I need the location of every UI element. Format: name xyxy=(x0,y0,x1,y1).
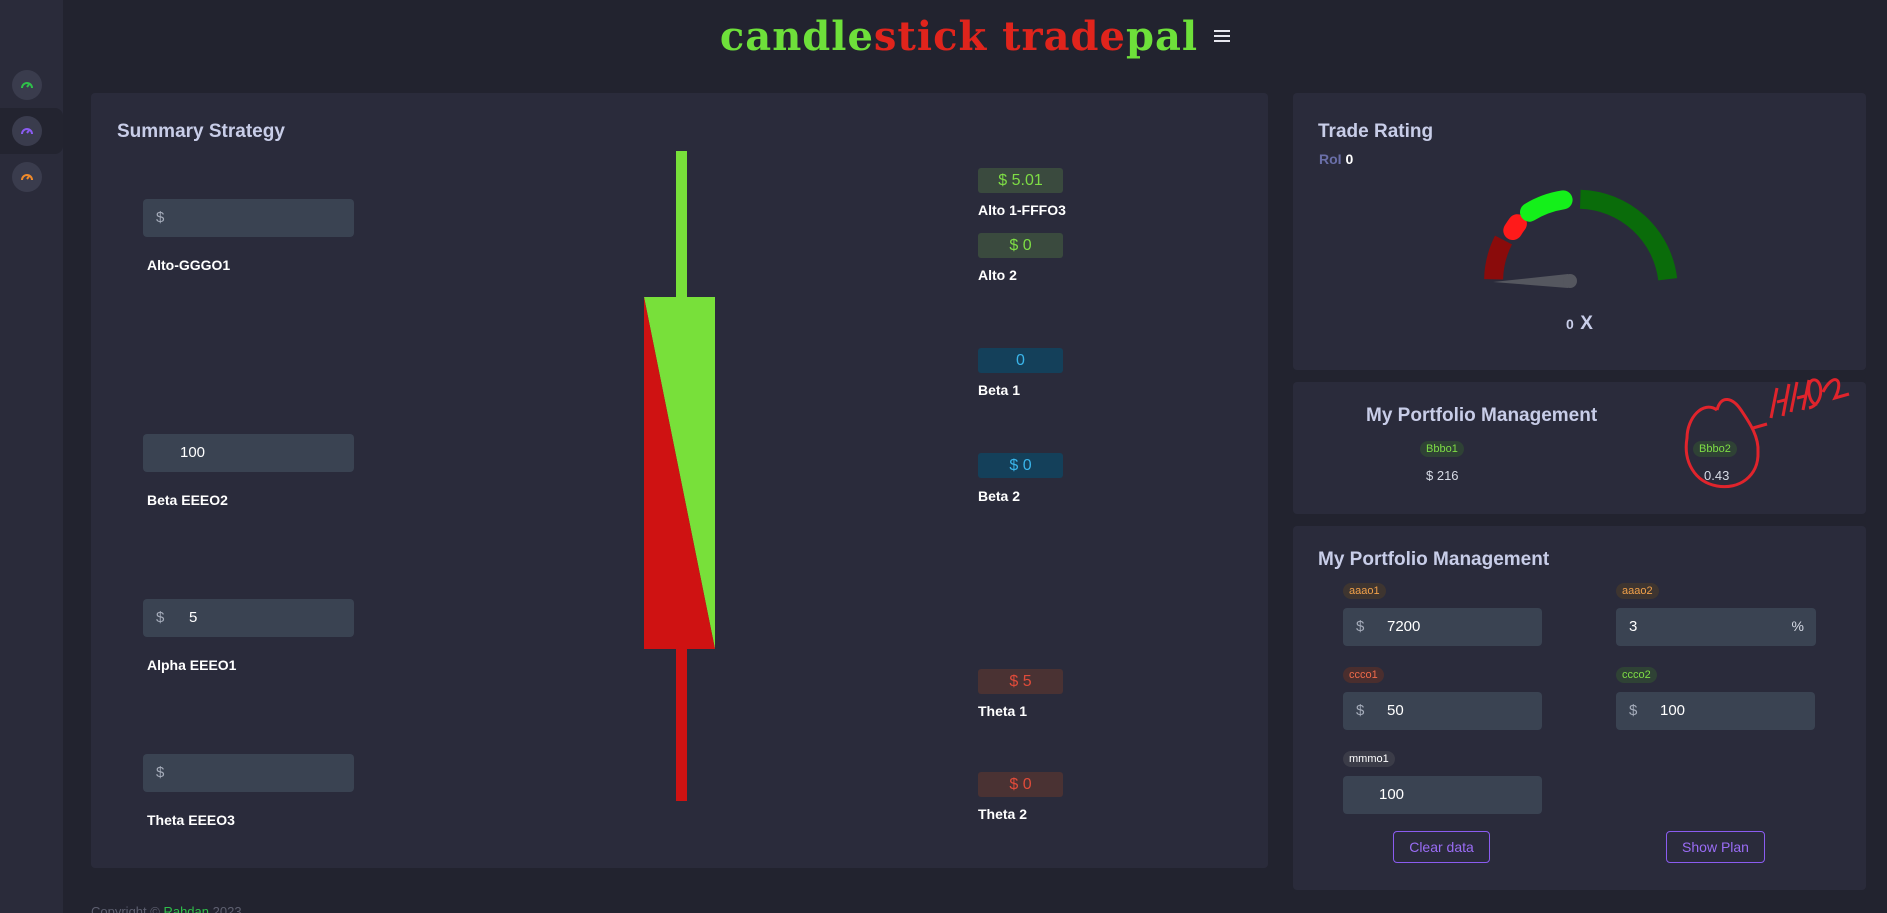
mmmo1-input[interactable]: 100 xyxy=(1343,776,1542,814)
bbbo1-tag: Bbbo1 xyxy=(1420,441,1464,457)
rating-gauge xyxy=(1484,189,1678,288)
theta2-value: $ 0 xyxy=(978,772,1063,797)
field-label: Alpha EEEO1 xyxy=(147,657,237,673)
alto1-value: $ 5.01 xyxy=(978,168,1063,193)
portfolio-form-card: My Portfolio Management aaao1 $ 7200 aaa… xyxy=(1293,526,1866,890)
gauge-segment-high xyxy=(1579,189,1678,281)
field-label: Theta 2 xyxy=(978,806,1028,822)
footer-brand-link[interactable]: Rahdan xyxy=(163,904,209,913)
theta1-value: $ 5 xyxy=(978,669,1063,694)
ccco2-tag: ccco2 xyxy=(1616,667,1657,683)
copyright-year: 2023 xyxy=(212,904,242,913)
card-title: Summary Strategy xyxy=(117,121,285,142)
roi-readout: RoI 0 xyxy=(1319,151,1353,167)
gauge-icon xyxy=(12,70,42,100)
mmmo1-tag: mmmo1 xyxy=(1343,751,1395,767)
sidebar-item-dashboard-1[interactable] xyxy=(0,62,63,108)
logo-part: trade xyxy=(987,12,1126,60)
gauge-needle xyxy=(1493,274,1568,288)
gauge-readout: 0 X xyxy=(1293,313,1866,335)
aaao2-tag: aaao2 xyxy=(1616,583,1659,599)
field-label: Beta 2 xyxy=(978,488,1021,504)
alto2-value: $ 0 xyxy=(978,233,1063,258)
header: candle stick trade pal xyxy=(63,0,1887,72)
trade-rating-card: Trade Rating RoI 0 0 X xyxy=(1293,93,1866,370)
alto-input[interactable]: $ xyxy=(143,199,354,237)
gauge-unit: X xyxy=(1580,313,1593,334)
footer: Copyright © Rahdan 2023 xyxy=(91,904,242,913)
gauge-value: 0 xyxy=(1566,316,1574,332)
gauge-segment-mid-low xyxy=(1503,214,1527,240)
show-plan-button[interactable]: Show Plan xyxy=(1666,831,1765,863)
copyright-text: Copyright © xyxy=(91,904,160,913)
beta1-value: 0 xyxy=(978,348,1063,373)
ccco1-input[interactable]: $ 50 xyxy=(1343,692,1542,730)
beta-input[interactable]: 100 xyxy=(143,434,354,472)
gauge-icon xyxy=(12,162,42,192)
gauge-icon xyxy=(12,116,42,146)
roi-label: RoI xyxy=(1319,151,1342,167)
logo-part: stick xyxy=(873,12,988,60)
logo-part: pal xyxy=(1125,12,1199,60)
upper-wick xyxy=(676,151,687,297)
bbbo1-value: $ 216 xyxy=(1426,468,1459,483)
sidebar xyxy=(0,0,63,913)
field-label: Beta 1 xyxy=(978,382,1021,398)
field-label: Alto 1-FFFO3 xyxy=(978,202,1066,218)
logo-part: candle xyxy=(719,12,874,60)
beta2-value: $ 0 xyxy=(978,453,1063,478)
field-label: Alto 2 xyxy=(978,267,1017,283)
field-label: Theta EEEO3 xyxy=(147,812,235,828)
alpha-input[interactable]: $ 5 xyxy=(143,599,354,637)
field-label: Theta 1 xyxy=(978,703,1028,719)
candlestick xyxy=(644,151,715,801)
clear-data-button[interactable]: Clear data xyxy=(1393,831,1490,863)
aaao1-input[interactable]: $ 7200 xyxy=(1343,608,1542,646)
sidebar-item-dashboard-3[interactable] xyxy=(0,154,63,200)
ccco1-tag: ccco1 xyxy=(1343,667,1384,683)
aaao1-tag: aaao1 xyxy=(1343,583,1386,599)
aaao2-input[interactable]: 3 % xyxy=(1616,608,1816,646)
card-title: My Portfolio Management xyxy=(1366,405,1598,426)
card-title: Trade Rating xyxy=(1318,121,1434,142)
handwritten-annotation xyxy=(1684,378,1850,489)
field-label: Beta EEEO2 xyxy=(147,492,228,508)
gauge-segment-low xyxy=(1484,235,1513,280)
card-title: My Portfolio Management xyxy=(1318,549,1550,570)
gauge-pivot xyxy=(1563,274,1577,288)
menu-icon[interactable] xyxy=(1214,30,1231,42)
field-label: Alto-GGGO1 xyxy=(147,257,231,273)
sidebar-item-dashboard-2[interactable] xyxy=(0,108,63,154)
roi-value: 0 xyxy=(1345,151,1354,167)
app-logo[interactable]: candle stick trade pal xyxy=(720,13,1198,60)
ccco2-input[interactable]: $ 100 xyxy=(1616,692,1815,730)
portfolio-summary-card: My Portfolio Management Bbbo1 $ 216 Bbbo… xyxy=(1293,378,1866,514)
theta-input[interactable]: $ xyxy=(143,754,354,792)
summary-strategy-card: Summary Strategy $ Alto-GGGO1 100 Beta E… xyxy=(91,93,1268,868)
gauge-segment-mid-high xyxy=(1520,190,1573,222)
lower-wick xyxy=(676,649,687,801)
